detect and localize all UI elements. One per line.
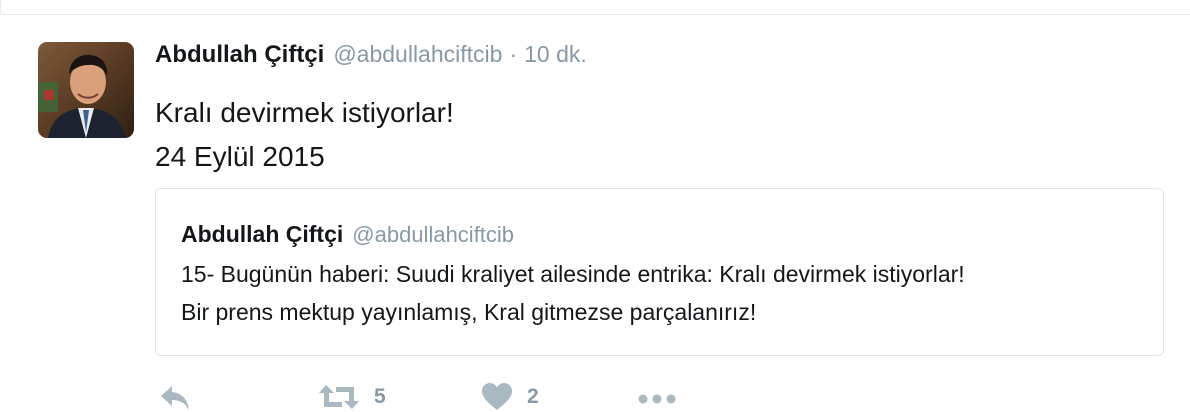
quoted-tweet-text-line: 15- Bugünün haberi: Suudi kraliyet ailes…: [181, 261, 965, 287]
tweet-text-line: Kralı devirmek istiyorlar!: [155, 97, 454, 128]
reply-icon: [158, 382, 192, 412]
tweet-text-line: 24 Eylül 2015: [155, 141, 325, 172]
more-icon: [636, 382, 678, 412]
more-button[interactable]: [636, 381, 678, 412]
retweet-count: 5: [374, 384, 386, 408]
quoted-author-handle: @abdullahciftcib: [352, 222, 515, 247]
quoted-author-fullname: Abdullah Çiftçi: [181, 221, 344, 247]
left-divider: [0, 0, 1, 15]
author-fullname[interactable]: Abdullah Çiftçi: [155, 41, 324, 69]
tweet-header: Abdullah Çiftçi @abdullahciftcib · 10 dk…: [155, 41, 587, 73]
retweet-button[interactable]: 5: [318, 381, 386, 412]
like-button[interactable]: 2: [481, 381, 539, 412]
tweet-actions: 5 2: [0, 381, 1190, 412]
reply-button[interactable]: [158, 381, 192, 412]
quoted-tweet-text-line: Bir prens mektup yayınlamış, Kral gitmez…: [181, 299, 757, 325]
separator-dot: ·: [509, 41, 518, 67]
heart-icon: [481, 382, 513, 412]
retweet-icon: [318, 382, 360, 412]
avatar[interactable]: [38, 42, 134, 138]
quoted-tweet-header: Abdullah Çiftçi @abdullahciftcib: [181, 221, 514, 248]
like-count: 2: [527, 384, 539, 408]
tweet[interactable]: Abdullah Çiftçi @abdullahciftcib · 10 dk…: [0, 15, 1190, 412]
author-handle[interactable]: @abdullahciftcib: [333, 41, 502, 68]
quoted-tweet[interactable]: Abdullah Çiftçi @abdullahciftcib 15- Bug…: [155, 188, 1164, 356]
tweet-timestamp[interactable]: 10 dk.: [524, 41, 587, 68]
